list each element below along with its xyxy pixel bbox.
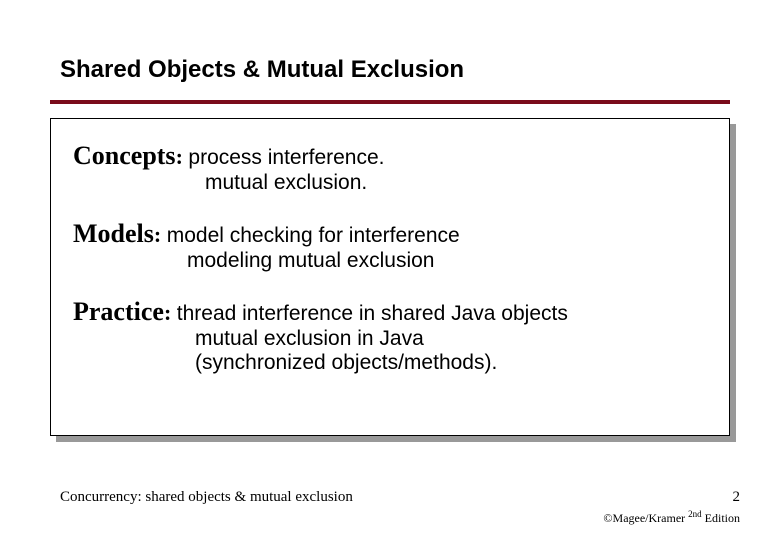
models-label: Models — [73, 219, 154, 248]
copyright-sup: 2nd — [688, 509, 702, 519]
copyright-prefix: ©Magee/Kramer — [603, 511, 688, 525]
concepts-line1: process interference. — [188, 146, 384, 169]
slide: Shared Objects & Mutual Exclusion Concep… — [0, 0, 780, 540]
practice-line3: (synchronized objects/methods). — [195, 351, 707, 375]
concepts-label: Concepts — [73, 141, 176, 170]
slide-title: Shared Objects & Mutual Exclusion — [60, 56, 720, 84]
practice-label: Practice — [73, 297, 164, 326]
footer: Concurrency: shared objects & mutual exc… — [60, 489, 740, 506]
content-box: Concepts: process interference. mutual e… — [50, 118, 730, 436]
page-number: 2 — [733, 489, 741, 506]
copyright: ©Magee/Kramer 2nd Edition — [603, 509, 740, 526]
title-area: Shared Objects & Mutual Exclusion — [0, 0, 780, 92]
models-line2: modeling mutual exclusion — [187, 249, 707, 273]
practice-colon: : — [164, 300, 177, 325]
section-practice: Practice: thread interference in shared … — [73, 297, 707, 375]
concepts-colon: : — [176, 144, 189, 169]
content-frame: Concepts: process interference. mutual e… — [50, 118, 730, 436]
copyright-suffix: Edition — [702, 511, 740, 525]
models-colon: : — [154, 222, 167, 247]
practice-line1: thread interference in shared Java objec… — [177, 302, 568, 325]
footer-left: Concurrency: shared objects & mutual exc… — [60, 489, 353, 506]
section-models: Models: model checking for interference … — [73, 219, 707, 273]
title-rule — [50, 100, 730, 104]
models-line1: model checking for interference — [167, 224, 460, 247]
concepts-line2: mutual exclusion. — [205, 171, 707, 195]
practice-line2: mutual exclusion in Java — [195, 327, 707, 351]
section-concepts: Concepts: process interference. mutual e… — [73, 141, 707, 195]
